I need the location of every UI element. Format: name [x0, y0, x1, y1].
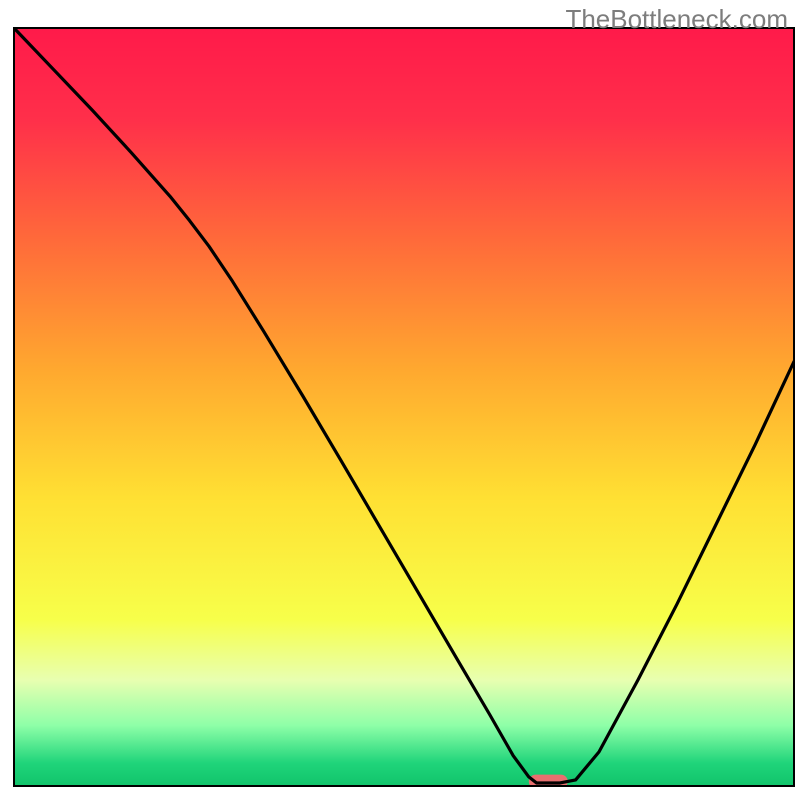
gradient-background — [14, 28, 794, 786]
chart-stage: TheBottleneck.com — [0, 0, 800, 800]
bottleneck-chart — [0, 0, 800, 800]
watermark-text: TheBottleneck.com — [565, 4, 788, 35]
